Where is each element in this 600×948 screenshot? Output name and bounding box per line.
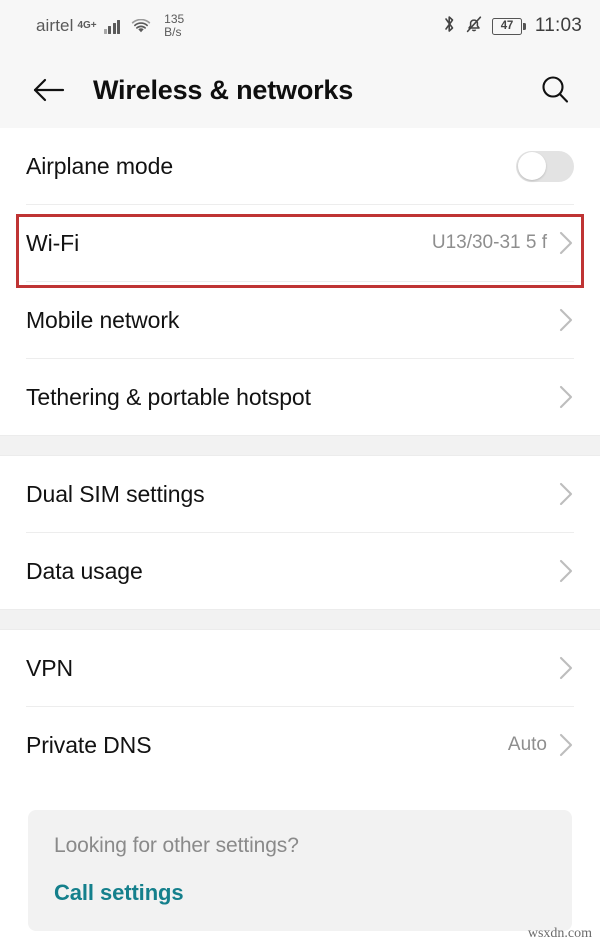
row-wifi[interactable]: Wi-Fi U13/30-31 5 f: [0, 205, 600, 281]
row-airplane-mode[interactable]: Airplane mode: [0, 128, 600, 204]
arrow-left-icon: [33, 78, 65, 102]
chevron-right-icon: [558, 732, 574, 758]
chevron-right-icon: [558, 655, 574, 681]
status-bar-left: airtel 4G+ 135 B/s: [36, 13, 184, 39]
chevron-right-icon: [558, 481, 574, 507]
network-speed: 135 B/s: [164, 13, 184, 39]
row-vpn[interactable]: VPN: [0, 630, 600, 706]
app-bar: Wireless & networks: [0, 52, 600, 128]
status-bar: airtel 4G+ 135 B/s 47 11:03: [0, 0, 600, 52]
settings-list: Airplane mode Wi-Fi U13/30-31 5 f Mobile…: [0, 128, 600, 783]
group-separator: [0, 435, 600, 456]
group-separator: [0, 609, 600, 630]
status-bar-right: 47 11:03: [443, 14, 582, 39]
chevron-right-icon: [558, 307, 574, 333]
settings-group-vpn-dns: VPN Private DNS Auto: [0, 630, 600, 783]
network-speed-unit: B/s: [164, 25, 182, 39]
battery-percent-label: 47: [500, 20, 514, 32]
call-settings-link[interactable]: Call settings: [54, 880, 184, 906]
search-icon: [542, 76, 569, 103]
toggle-knob: [517, 152, 546, 180]
row-label: Dual SIM settings: [26, 480, 205, 507]
signal-bars-icon: [103, 19, 121, 34]
carrier-label: airtel: [36, 16, 74, 35]
airplane-mode-toggle[interactable]: [516, 150, 574, 182]
row-value: Auto: [507, 734, 547, 755]
bluetooth-icon: [443, 14, 456, 39]
settings-group-sim-data: Dual SIM settings Data usage: [0, 456, 600, 609]
search-button[interactable]: [532, 67, 578, 113]
back-button[interactable]: [26, 67, 72, 113]
top-chrome: airtel 4G+ 135 B/s 47 11:03 Wireless & n…: [0, 0, 600, 128]
other-settings-card: Looking for other settings? Call setting…: [28, 810, 572, 931]
row-private-dns[interactable]: Private DNS Auto: [0, 707, 600, 783]
row-value: U13/30-31 5 f: [431, 232, 547, 253]
row-label: Private DNS: [26, 731, 152, 758]
row-tethering-hotspot[interactable]: Tethering & portable hotspot: [0, 359, 600, 435]
page-title: Wireless & networks: [93, 74, 354, 105]
row-dual-sim-settings[interactable]: Dual SIM settings: [0, 456, 600, 532]
row-label: Tethering & portable hotspot: [26, 383, 311, 410]
row-label: Data usage: [26, 557, 143, 584]
other-settings-prompt: Looking for other settings?: [54, 834, 299, 857]
row-label: Wi-Fi: [26, 229, 80, 256]
settings-group-connectivity: Airplane mode Wi-Fi U13/30-31 5 f Mobile…: [0, 128, 600, 435]
clock-label: 11:03: [534, 15, 582, 36]
row-label: Airplane mode: [26, 152, 174, 179]
chevron-right-icon: [558, 230, 574, 256]
row-data-usage[interactable]: Data usage: [0, 533, 600, 609]
row-mobile-network[interactable]: Mobile network: [0, 282, 600, 358]
chevron-right-icon: [558, 384, 574, 410]
wifi-icon: [131, 18, 151, 34]
row-label: Mobile network: [26, 306, 180, 333]
bell-muted-icon: [465, 14, 483, 39]
chevron-right-icon: [558, 558, 574, 584]
watermark: wsxdn.com: [527, 926, 592, 941]
battery-icon: 47: [491, 17, 526, 35]
row-label: VPN: [26, 654, 73, 681]
network-type-label: 4G+: [77, 20, 97, 31]
